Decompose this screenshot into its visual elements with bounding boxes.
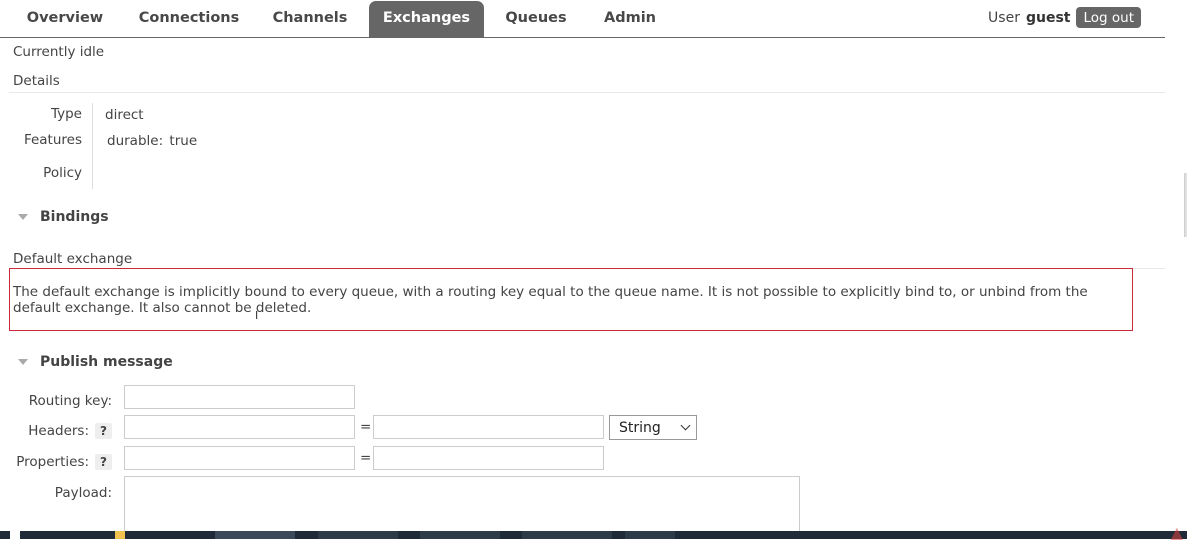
features-key: durable: [107, 133, 164, 149]
user-name: guest [1025, 9, 1071, 26]
tab-channels[interactable]: Channels [262, 1, 358, 36]
routing-key-label: Routing key: [28, 393, 112, 409]
logout-button[interactable]: Log out [1076, 7, 1141, 28]
policy-label: Policy [43, 165, 82, 181]
text-cursor-icon: I [255, 309, 259, 322]
user-info: User guest Log out [988, 7, 1141, 28]
details-separator [92, 103, 93, 189]
collapse-arrow-icon [18, 214, 28, 220]
type-value: direct [105, 107, 144, 123]
property-key-input[interactable] [124, 446, 355, 470]
default-exchange-description: The default exchange is implicitly bound… [13, 284, 1088, 316]
payload-textarea[interactable] [124, 476, 800, 536]
taskbar-app-4[interactable] [522, 531, 612, 539]
header-equals: = [360, 419, 372, 435]
publish-heading: Publish message [40, 354, 173, 370]
property-equals: = [360, 450, 372, 466]
tab-overview[interactable]: Overview [10, 1, 120, 36]
taskbar-app-chrome[interactable] [215, 531, 295, 539]
collapse-arrow-icon [18, 359, 28, 365]
header-value-input[interactable] [373, 415, 604, 439]
taskbar-folder-icon[interactable] [115, 531, 125, 539]
routing-key-input[interactable] [124, 385, 355, 409]
properties-label-group: Properties:? [16, 454, 112, 470]
properties-help-icon[interactable]: ? [95, 454, 112, 470]
watermark-logo: ▲ [1170, 523, 1183, 542]
taskbar-start-icon[interactable] [10, 531, 20, 539]
taskbar-app-3[interactable] [420, 531, 500, 539]
tab-admin[interactable]: Admin [592, 1, 668, 36]
os-taskbar [0, 531, 1187, 539]
header-type-select[interactable]: String [609, 415, 697, 440]
payload-label: Payload: [54, 485, 112, 501]
header-key-input[interactable] [124, 415, 355, 439]
publish-section-toggle[interactable]: Publish message [18, 354, 173, 370]
property-value-input[interactable] [373, 446, 604, 470]
status-text: Currently idle [13, 44, 105, 60]
headers-label-group: Headers:? [28, 423, 112, 439]
tab-queues[interactable]: Queues [496, 1, 576, 36]
default-exchange-heading: Default exchange [13, 251, 133, 267]
highlight-box: The default exchange is implicitly bound… [9, 268, 1133, 331]
user-prefix: User [988, 9, 1020, 26]
headers-label: Headers: [28, 423, 90, 439]
type-label: Type [50, 106, 82, 122]
headers-help-icon[interactable]: ? [95, 423, 112, 439]
taskbar-app-2[interactable] [318, 531, 398, 539]
chevron-down-icon [680, 420, 691, 431]
bindings-heading: Bindings [40, 209, 109, 225]
taskbar-app-5[interactable] [625, 531, 675, 539]
features-label: Features [23, 132, 82, 148]
tab-connections[interactable]: Connections [130, 1, 248, 36]
details-heading: Details [13, 73, 60, 89]
features-entry: durable: true [107, 133, 197, 149]
top-navigation: Overview Connections Channels Exchanges … [0, 0, 1165, 38]
features-value: true [169, 133, 198, 149]
details-divider [9, 92, 1165, 93]
tab-exchanges[interactable]: Exchanges [369, 1, 484, 37]
header-type-value: String [619, 419, 661, 436]
properties-label: Properties: [16, 454, 90, 470]
bindings-section-toggle[interactable]: Bindings [18, 209, 109, 225]
